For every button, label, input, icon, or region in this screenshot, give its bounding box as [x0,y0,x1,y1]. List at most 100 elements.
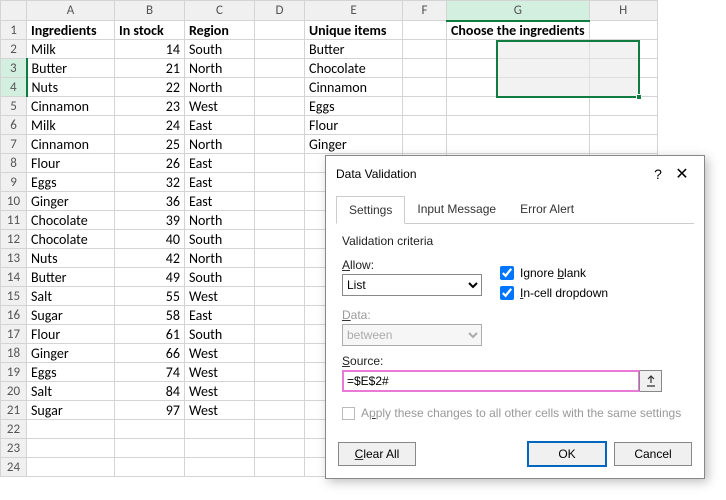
cell-H4[interactable] [589,78,657,97]
cell-C11[interactable]: North [185,211,255,230]
cell-C22[interactable] [185,420,255,439]
cell-B16[interactable]: 58 [115,306,185,325]
cell-C23[interactable] [185,439,255,458]
cell-D12[interactable] [255,230,305,249]
cell-B17[interactable]: 61 [115,325,185,344]
tab-settings[interactable]: Settings [336,196,405,224]
row-header[interactable]: 20 [1,382,27,401]
cell-G4[interactable] [447,78,590,97]
row-header[interactable]: 1 [1,21,27,40]
cell-C16[interactable]: East [185,306,255,325]
cell-D8[interactable] [255,154,305,173]
cell-A4[interactable]: Nuts [27,78,115,97]
cell-A12[interactable]: Chocolate [27,230,115,249]
cell-B12[interactable]: 40 [115,230,185,249]
cell-A19[interactable]: Eggs [27,363,115,382]
cell-G6[interactable] [447,116,590,135]
cell-B22[interactable] [115,420,185,439]
row-header[interactable]: 16 [1,306,27,325]
cell-E4[interactable]: Cinnamon [305,78,403,97]
tab-input-message[interactable]: Input Message [405,196,508,223]
allow-select[interactable]: List [342,274,482,296]
cell-B19[interactable]: 74 [115,363,185,382]
row-header[interactable]: 14 [1,268,27,287]
cell-E2[interactable]: Butter [305,40,403,59]
cell-A3[interactable]: Butter [27,59,115,78]
cell-D16[interactable] [255,306,305,325]
row-header[interactable]: 17 [1,325,27,344]
cell-A16[interactable]: Sugar [27,306,115,325]
cell-C20[interactable]: West [185,382,255,401]
cell-G3[interactable] [447,59,590,78]
cell-D4[interactable] [255,78,305,97]
cell-A6[interactable]: Milk [27,116,115,135]
cell-D10[interactable] [255,192,305,211]
row-header[interactable]: 21 [1,401,27,420]
col-header-G[interactable]: G [447,1,590,21]
row-header[interactable]: 2 [1,40,27,59]
cell-B7[interactable]: 25 [115,135,185,154]
cell-C2[interactable]: South [185,40,255,59]
cell-A14[interactable]: Butter [27,268,115,287]
cell-D22[interactable] [255,420,305,439]
cell-E3[interactable]: Chocolate [305,59,403,78]
cell-D17[interactable] [255,325,305,344]
cell-B1[interactable]: In stock [115,21,185,40]
col-header-D[interactable]: D [255,1,305,21]
cell-B11[interactable]: 39 [115,211,185,230]
cell-F6[interactable] [403,116,447,135]
cell-B10[interactable]: 36 [115,192,185,211]
row-header[interactable]: 13 [1,249,27,268]
cell-H1[interactable] [589,21,657,40]
row-header[interactable]: 23 [1,439,27,458]
row-header[interactable]: 12 [1,230,27,249]
cell-H2[interactable] [589,40,657,59]
cell-C6[interactable]: East [185,116,255,135]
cell-D23[interactable] [255,439,305,458]
tab-error-alert[interactable]: Error Alert [508,196,586,223]
cell-A1[interactable]: Ingredients [27,21,115,40]
cell-D5[interactable] [255,97,305,116]
cell-E1[interactable]: Unique items [305,21,403,40]
cell-B2[interactable]: 14 [115,40,185,59]
source-input[interactable] [343,371,639,391]
cell-E6[interactable]: Flour [305,116,403,135]
row-header[interactable]: 4 [1,78,27,97]
cell-D18[interactable] [255,344,305,363]
cell-C9[interactable]: East [185,173,255,192]
cell-A21[interactable]: Sugar [27,401,115,420]
row-header[interactable]: 19 [1,363,27,382]
cell-C19[interactable]: West [185,363,255,382]
close-icon[interactable]: ✕ [670,164,694,184]
cell-C1[interactable]: Region [185,21,255,40]
row-header[interactable]: 6 [1,116,27,135]
row-header[interactable]: 5 [1,97,27,116]
selection-handle[interactable] [636,94,642,100]
cell-B24[interactable] [115,458,185,477]
cell-C21[interactable]: West [185,401,255,420]
cell-B13[interactable]: 42 [115,249,185,268]
cell-B5[interactable]: 23 [115,97,185,116]
col-header-B[interactable]: B [115,1,185,21]
cell-F1[interactable] [403,21,447,40]
cell-E5[interactable]: Eggs [305,97,403,116]
cell-D9[interactable] [255,173,305,192]
cell-C7[interactable]: North [185,135,255,154]
cell-B3[interactable]: 21 [115,59,185,78]
cell-F4[interactable] [403,78,447,97]
col-header-A[interactable]: A [27,1,115,21]
cell-C14[interactable]: South [185,268,255,287]
cell-D21[interactable] [255,401,305,420]
cell-B6[interactable]: 24 [115,116,185,135]
col-header-H[interactable]: H [589,1,657,21]
cell-H3[interactable] [589,59,657,78]
cell-D1[interactable] [255,21,305,40]
cell-C13[interactable]: North [185,249,255,268]
cell-A20[interactable]: Salt [27,382,115,401]
cell-F7[interactable] [403,135,447,154]
cell-A11[interactable]: Chocolate [27,211,115,230]
cell-D3[interactable] [255,59,305,78]
cell-D2[interactable] [255,40,305,59]
cell-C17[interactable]: South [185,325,255,344]
cancel-button[interactable]: Cancel [614,442,692,466]
